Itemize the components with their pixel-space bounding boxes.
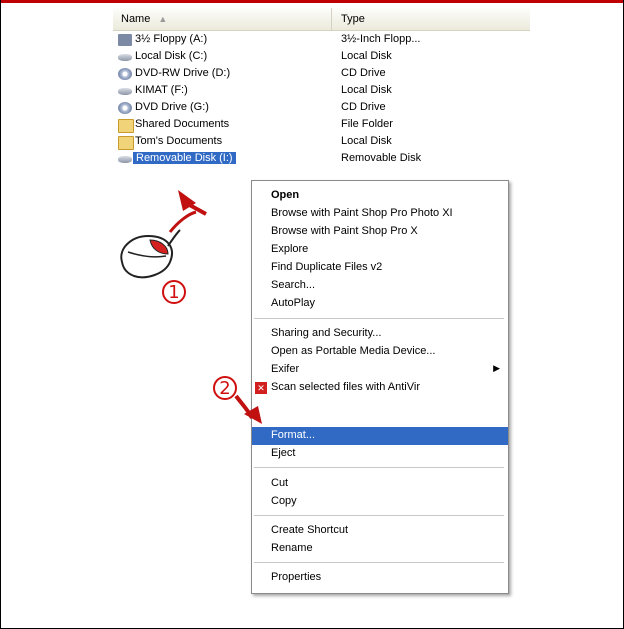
mouse-icon xyxy=(120,229,181,279)
annotation-overlay xyxy=(120,190,262,424)
step-2-callout: 2 xyxy=(213,376,237,400)
arrow-1-icon xyxy=(168,210,197,233)
step-1-callout: 1 xyxy=(162,280,186,304)
